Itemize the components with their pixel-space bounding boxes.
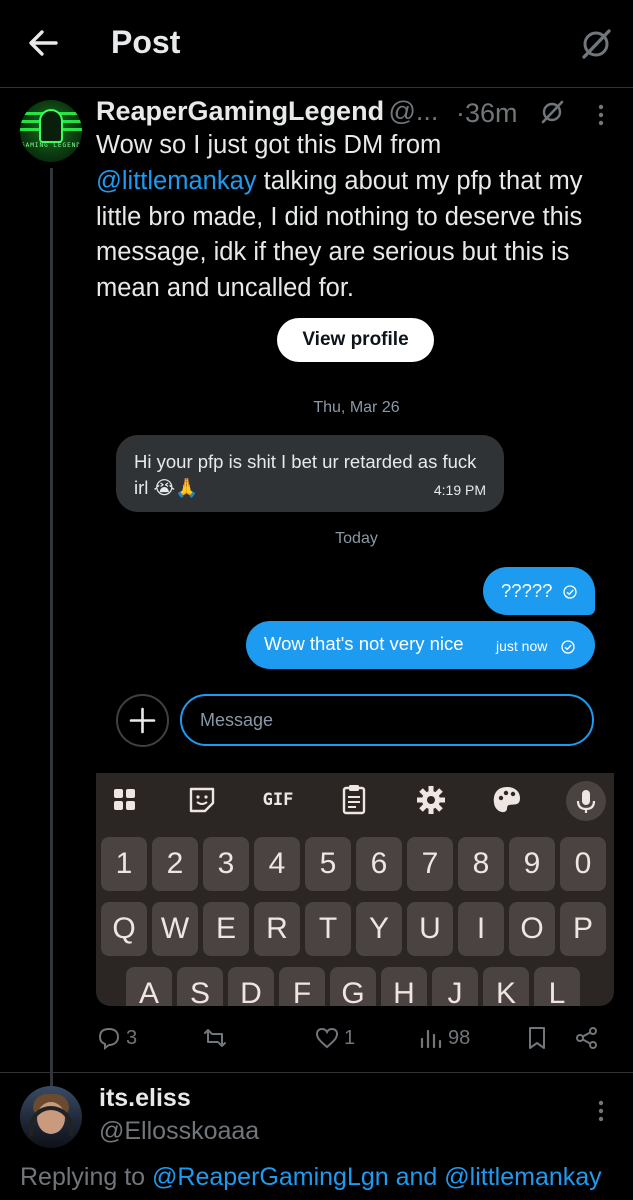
mic-icon: [576, 790, 596, 813]
dm-date-separator-today: Today: [335, 530, 378, 547]
post-text: Wow so I just got this DM from @littlema…: [96, 128, 616, 307]
replying-prefix: Replying to: [20, 1163, 146, 1191]
views-count: 98: [448, 1026, 471, 1049]
key-i[interactable]: I: [458, 902, 504, 956]
key-k[interactable]: K: [483, 967, 529, 1006]
message-input[interactable]: [180, 694, 594, 746]
author-name[interactable]: ReaperGamingLegend: [96, 96, 384, 126]
bookmark-icon: [529, 1027, 545, 1049]
key-q[interactable]: Q: [101, 902, 147, 956]
reply-author-handle[interactable]: @Ellosskoaaa: [99, 1117, 259, 1146]
outgoing-message-bubble: Wow that's not very nice just now: [246, 621, 595, 669]
post-action-bar: 3 1 98: [96, 1020, 616, 1056]
key-l[interactable]: L: [534, 967, 580, 1006]
key-t[interactable]: T: [305, 902, 351, 956]
key-w[interactable]: W: [152, 902, 198, 956]
bookmark-button[interactable]: [524, 1020, 554, 1056]
outgoing-message-text: Wow that's not very nice: [264, 633, 464, 654]
key-h[interactable]: H: [381, 967, 427, 1006]
reply-author-name[interactable]: its.eliss: [99, 1084, 191, 1113]
apps-grid-icon[interactable]: [105, 783, 145, 817]
replying-to-line: Replying to @ReaperGamingLgn and @little…: [20, 1163, 602, 1192]
grok-icon[interactable]: [578, 26, 614, 62]
add-attachment-button[interactable]: [116, 694, 169, 747]
incoming-message-text: Hi your pfp is shit I bet ur retarded as…: [134, 451, 477, 498]
outgoing-message-text: ?????: [501, 580, 553, 601]
post-author-row: ReaperGamingLegend @...: [96, 96, 616, 130]
key-2[interactable]: 2: [152, 837, 198, 891]
key-s[interactable]: S: [177, 967, 223, 1006]
more-options-icon[interactable]: [596, 1100, 606, 1122]
key-9[interactable]: 9: [509, 837, 555, 891]
gif-icon[interactable]: GIF: [258, 783, 298, 817]
like-button[interactable]: 1: [314, 1020, 355, 1056]
post-time: ·36m: [456, 98, 518, 128]
reply-author-avatar[interactable]: [20, 1086, 82, 1148]
read-check-icon: [563, 585, 577, 599]
key-1[interactable]: 1: [101, 837, 147, 891]
back-arrow-icon[interactable]: [26, 26, 60, 60]
palette-icon[interactable]: [487, 783, 527, 817]
grok-icon[interactable]: [539, 99, 565, 125]
heart-icon: [315, 1027, 339, 1049]
replying-mention-2[interactable]: @littlemankay: [444, 1163, 601, 1191]
reply-icon: [98, 1027, 120, 1050]
reply-button[interactable]: 3: [96, 1020, 137, 1056]
page-title: Post: [111, 24, 181, 60]
read-check-icon: [561, 640, 575, 654]
key-r[interactable]: R: [254, 902, 300, 956]
share-icon: [576, 1027, 597, 1049]
key-7[interactable]: 7: [407, 837, 453, 891]
key-u[interactable]: U: [407, 902, 453, 956]
replying-and: and: [395, 1163, 438, 1191]
key-y[interactable]: Y: [356, 902, 402, 956]
key-5[interactable]: 5: [305, 837, 351, 891]
repost-icon: [204, 1029, 226, 1047]
key-f[interactable]: F: [279, 967, 325, 1006]
on-screen-keyboard: GIF 1 2 3 4 5 6 7 8 9 0 Q W E R T Y U I …: [96, 773, 614, 1006]
view-profile-button[interactable]: View profile: [277, 318, 434, 362]
share-button[interactable]: [574, 1020, 604, 1056]
avatar-label: GAMING LEGEND: [21, 142, 81, 149]
plus-icon: [129, 707, 156, 734]
incoming-message-time: 4:19 PM: [433, 482, 486, 498]
top-bar: Post: [0, 0, 633, 88]
key-d[interactable]: D: [228, 967, 274, 1006]
views-icon: [420, 1029, 442, 1049]
dm-date-separator: Thu, Mar 26: [313, 399, 400, 416]
author-handle[interactable]: @...: [389, 96, 439, 126]
reaper-graphic: [39, 109, 63, 143]
like-count: 1: [344, 1026, 356, 1049]
outgoing-message-time: just now: [496, 638, 548, 654]
post-mention[interactable]: @littlemankay: [96, 167, 257, 195]
post-text-part1: Wow so I just got this DM from: [96, 131, 442, 159]
key-e[interactable]: E: [203, 902, 249, 956]
settings-icon[interactable]: [411, 783, 451, 817]
divider: [0, 1072, 633, 1073]
outgoing-message-bubble: ?????: [483, 567, 595, 615]
key-3[interactable]: 3: [203, 837, 249, 891]
key-a[interactable]: A: [126, 967, 172, 1006]
reply-count: 3: [126, 1026, 138, 1049]
voice-input-button[interactable]: [566, 781, 606, 821]
key-p[interactable]: P: [560, 902, 606, 956]
key-g[interactable]: G: [330, 967, 376, 1006]
key-j[interactable]: J: [432, 967, 478, 1006]
key-6[interactable]: 6: [356, 837, 402, 891]
thread-line: [50, 168, 53, 1088]
more-options-icon[interactable]: [596, 104, 606, 126]
key-8[interactable]: 8: [458, 837, 504, 891]
clipboard-icon[interactable]: [334, 783, 374, 817]
key-o[interactable]: O: [509, 902, 555, 956]
incoming-message-bubble: Hi your pfp is shit I bet ur retarded as…: [116, 435, 504, 512]
repost-button[interactable]: [202, 1020, 232, 1056]
views-button[interactable]: 98: [418, 1020, 470, 1056]
author-avatar[interactable]: GAMING LEGEND: [20, 100, 82, 162]
key-0[interactable]: 0: [560, 837, 606, 891]
sticker-icon[interactable]: [182, 783, 222, 817]
replying-mention-1[interactable]: @ReaperGamingLgn: [152, 1163, 389, 1191]
key-4[interactable]: 4: [254, 837, 300, 891]
